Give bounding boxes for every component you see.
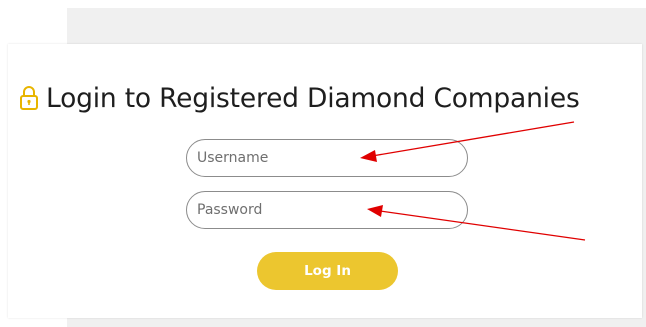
username-input[interactable] <box>186 139 468 177</box>
login-button[interactable]: Log In <box>257 252 398 290</box>
password-input[interactable] <box>186 191 468 229</box>
lock-icon <box>18 84 40 112</box>
page-title: Login to Registered Diamond Companies <box>46 82 580 114</box>
login-header: Login to Registered Diamond Companies <box>18 80 580 116</box>
